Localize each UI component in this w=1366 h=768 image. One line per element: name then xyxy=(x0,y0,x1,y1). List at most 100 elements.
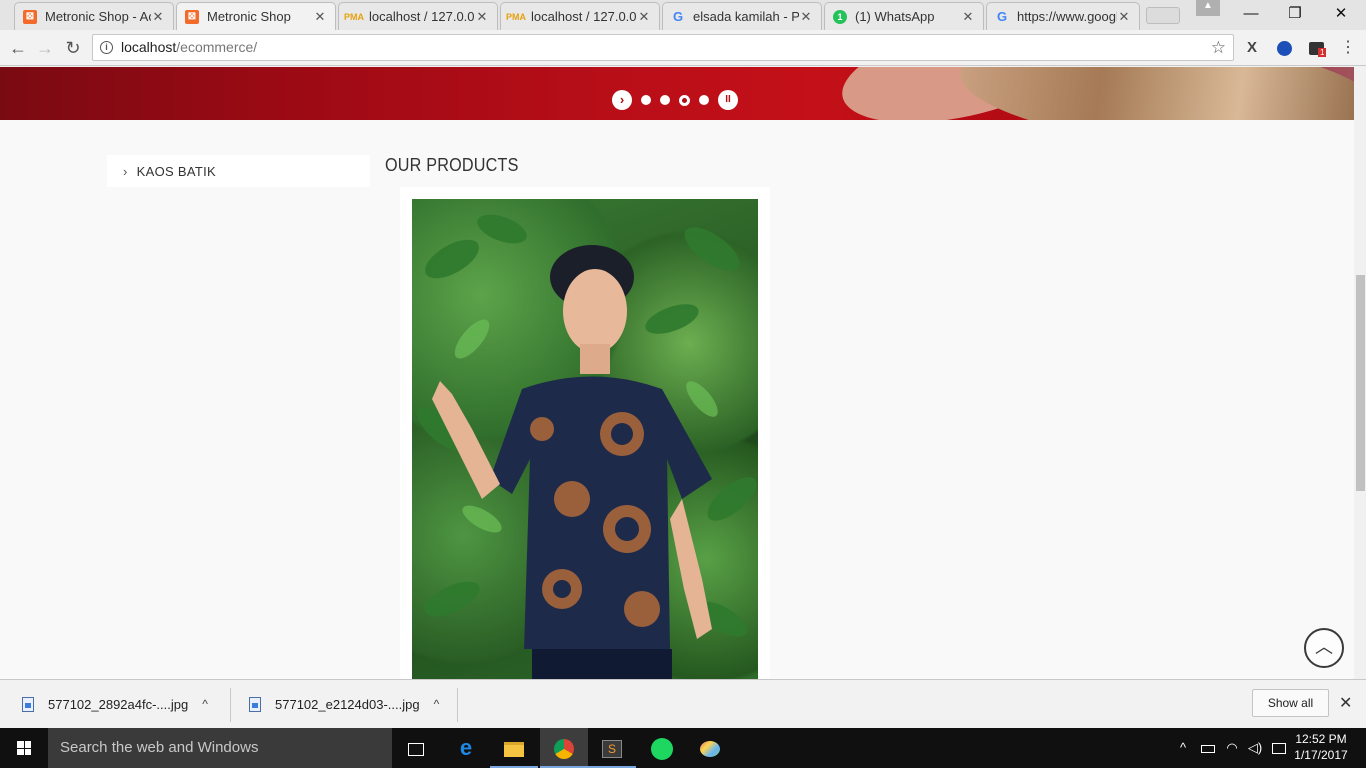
sidebar-item-kaos-batik[interactable]: › KAOS BATIK xyxy=(107,155,370,187)
product-photo-illustration xyxy=(417,214,757,679)
notifications-icon[interactable] xyxy=(1268,728,1290,768)
tab-title: localhost / 127.0.0. xyxy=(369,9,475,24)
maximize-button[interactable]: ❐ xyxy=(1272,2,1318,26)
download-separator xyxy=(230,688,231,722)
product-image[interactable] xyxy=(412,199,758,679)
download-item-2[interactable]: 577102_e2124d03-....jpg ^ xyxy=(249,687,439,721)
url-host: localhost xyxy=(121,39,177,55)
page-viewport: › II › KAOS BATIK OUR PRODUCTS xyxy=(0,67,1354,679)
tab-close-icon[interactable]: ✕ xyxy=(961,9,975,25)
phpmyadmin-icon: PMA xyxy=(344,11,364,22)
chrome-menu-icon[interactable]: ⋮ xyxy=(1338,38,1358,58)
tab-metronic-shop-admin[interactable]: ⊠ Metronic Shop - Ac ✕ xyxy=(14,2,174,30)
close-window-button[interactable]: ✕ xyxy=(1318,2,1364,26)
back-button[interactable]: ← xyxy=(6,36,30,60)
chevron-right-icon: › xyxy=(123,163,128,179)
taskbar-search[interactable]: Search the web and Windows xyxy=(48,728,392,768)
file-explorer-icon[interactable] xyxy=(490,728,538,768)
tab-close-icon[interactable]: ✕ xyxy=(1117,9,1131,25)
tab-title: https://www.googl xyxy=(1017,9,1117,24)
tab-close-icon[interactable]: ✕ xyxy=(799,9,813,25)
sublime-text-icon[interactable]: S xyxy=(588,728,636,768)
info-icon[interactable]: i xyxy=(100,41,113,54)
section-title: OUR PRODUCTS xyxy=(385,155,519,175)
tab-metronic-shop[interactable]: ⊠ Metronic Shop ✕ xyxy=(176,2,336,30)
tab-title: elsada kamilah - Pe xyxy=(693,9,799,24)
image-file-icon xyxy=(249,696,261,712)
extension-blue-icon[interactable] xyxy=(1274,38,1294,58)
slider-dot-1[interactable] xyxy=(641,95,651,105)
slider-image-hair xyxy=(954,67,1354,120)
tab-title: localhost / 127.0.0. xyxy=(531,9,637,24)
download-filename: 577102_2892a4fc-....jpg xyxy=(48,696,189,712)
category-sidebar: › KAOS BATIK xyxy=(107,155,370,187)
new-tab-button[interactable] xyxy=(1146,7,1180,24)
url-path: /ecommerce/ xyxy=(176,39,258,55)
tab-close-icon[interactable]: ✕ xyxy=(475,9,489,25)
tab-phpmyadmin-1[interactable]: PMA localhost / 127.0.0. ✕ xyxy=(338,2,498,30)
tab-close-icon[interactable]: ✕ xyxy=(313,9,327,25)
tab-phpmyadmin-2[interactable]: PMA localhost / 127.0.0. ✕ xyxy=(500,2,660,30)
volume-icon[interactable]: ◁) xyxy=(1245,728,1265,768)
forward-button[interactable]: → xyxy=(33,36,57,60)
bookmark-star-icon[interactable]: ☆ xyxy=(1211,35,1226,60)
tab-whatsapp[interactable]: 1 (1) WhatsApp ✕ xyxy=(824,2,984,30)
slider-pause-icon[interactable]: II xyxy=(718,90,738,110)
show-hidden-icons[interactable]: ^ xyxy=(1174,728,1192,768)
slider-controls: › II xyxy=(612,90,738,110)
whatsapp-icon: 1 xyxy=(833,9,847,24)
scrollbar-thumb[interactable] xyxy=(1356,275,1365,491)
windows-logo-icon xyxy=(17,741,31,755)
slider-dot-4[interactable] xyxy=(699,95,709,105)
clock-date: 1/17/2017 xyxy=(1294,748,1348,762)
xampp-icon: ⊠ xyxy=(185,9,199,24)
browser-toolbar: ← → ↻ i localhost/ecommerce/ ☆ X 1 ⋮ xyxy=(0,30,1366,66)
chrome-icon[interactable] xyxy=(540,728,588,768)
tab-google-url[interactable]: G https://www.googl ✕ xyxy=(986,2,1140,30)
start-button[interactable] xyxy=(0,728,48,768)
image-file-icon xyxy=(22,696,34,712)
chevron-up-icon[interactable]: ^ xyxy=(202,697,208,711)
clock-time: 12:52 PM xyxy=(1295,732,1347,746)
paint-icon[interactable] xyxy=(686,728,734,768)
battery-icon[interactable] xyxy=(1198,728,1218,768)
tab-title: Metronic Shop xyxy=(207,9,291,24)
product-card[interactable] xyxy=(400,187,770,679)
download-separator xyxy=(457,688,458,722)
extension-badge-icon[interactable]: 1 xyxy=(1306,38,1327,58)
task-view-icon[interactable] xyxy=(392,728,440,768)
download-filename: 577102_e2124d03-....jpg xyxy=(275,696,420,712)
tab-title: (1) WhatsApp xyxy=(855,9,935,24)
spotify-icon[interactable] xyxy=(638,728,686,768)
show-all-button[interactable]: Show all xyxy=(1252,689,1329,717)
taskbar-clock[interactable]: 12:52 PM 1/17/2017 xyxy=(1290,731,1352,763)
extension-x-icon[interactable]: X xyxy=(1242,38,1262,58)
hero-slider: › II xyxy=(0,67,1354,120)
page-scrollbar[interactable] xyxy=(1354,67,1366,679)
phpmyadmin-icon: PMA xyxy=(506,11,526,22)
address-bar[interactable]: i localhost/ecommerce/ ☆ xyxy=(92,34,1234,61)
minimize-button[interactable]: — xyxy=(1228,2,1274,26)
slider-next-icon[interactable]: › xyxy=(612,90,632,110)
xampp-icon: ⊠ xyxy=(23,9,37,24)
chevron-up-icon[interactable]: ^ xyxy=(434,697,440,711)
sidebar-item-label: KAOS BATIK xyxy=(136,163,216,179)
reload-button[interactable]: ↻ xyxy=(61,36,85,60)
google-icon: G xyxy=(996,9,1008,24)
edge-icon[interactable]: e xyxy=(442,728,490,768)
back-to-top-button[interactable]: ︿ xyxy=(1304,628,1344,668)
google-icon: G xyxy=(672,9,684,24)
download-shelf: 577102_2892a4fc-....jpg ^ 577102_e2124d0… xyxy=(0,679,1366,728)
tab-strip: ⊠ Metronic Shop - Ac ✕ ⊠ Metronic Shop ✕… xyxy=(0,0,1366,30)
tab-title: Metronic Shop - Ac xyxy=(45,9,151,24)
tab-google-search[interactable]: G elsada kamilah - Pe ✕ xyxy=(662,2,822,30)
slider-dot-2[interactable] xyxy=(660,95,670,105)
slider-dot-3[interactable] xyxy=(679,94,690,106)
profile-icon[interactable]: ▲ xyxy=(1196,0,1220,16)
download-item-1[interactable]: 577102_2892a4fc-....jpg ^ xyxy=(22,687,208,721)
windows-taskbar: Search the web and Windows e S ^ ◠ ◁) 12… xyxy=(0,728,1366,768)
wifi-icon[interactable]: ◠ xyxy=(1222,728,1242,768)
tab-close-icon[interactable]: ✕ xyxy=(637,9,651,25)
close-shelf-icon[interactable]: ✕ xyxy=(1339,693,1352,713)
tab-close-icon[interactable]: ✕ xyxy=(151,9,165,25)
